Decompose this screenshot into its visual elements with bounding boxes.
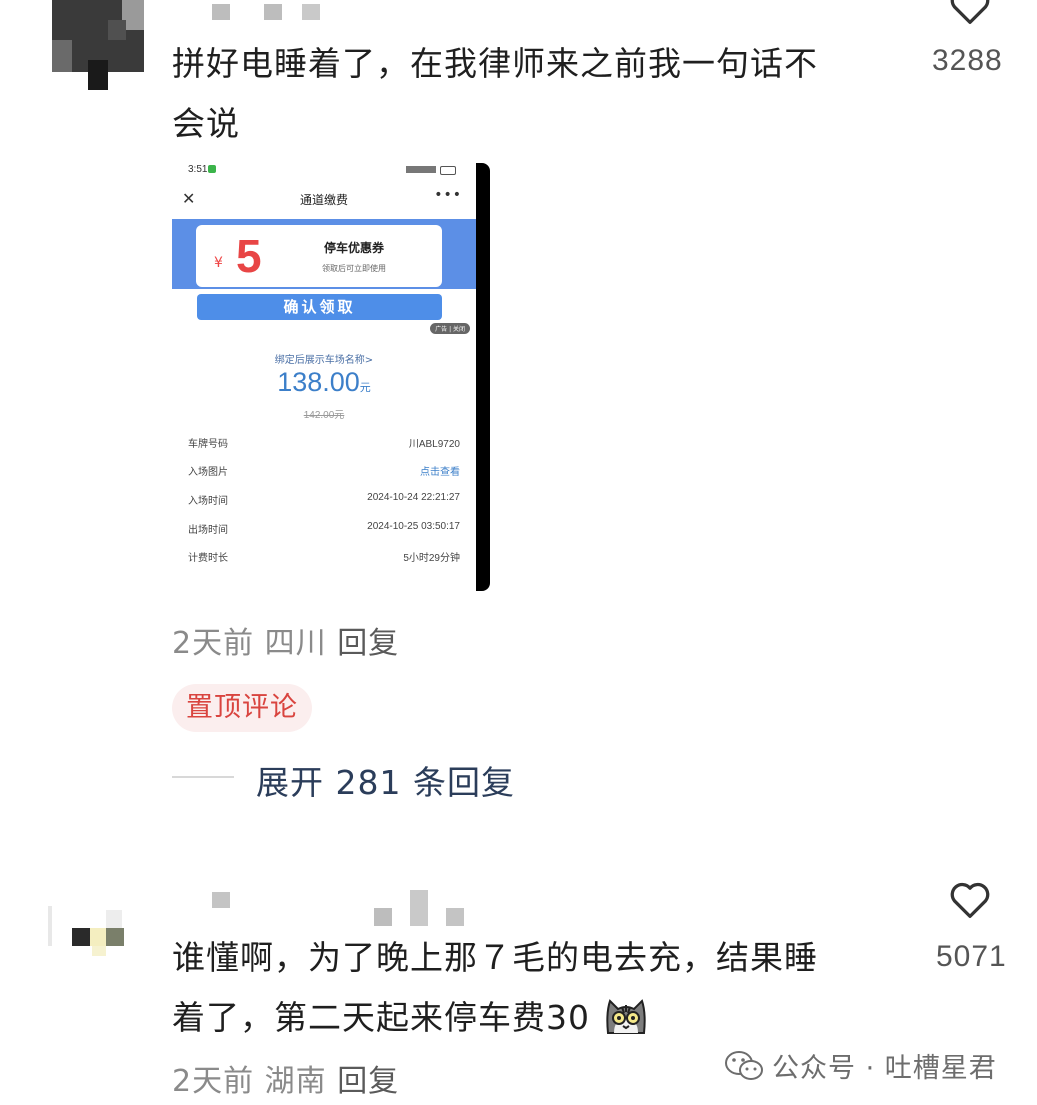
wechat-icon [725,1051,763,1080]
reply-button[interactable]: 回复 [337,1064,399,1099]
info-row: 计费时长 5小时29分钟 [188,553,460,564]
avatar[interactable] [52,0,144,92]
comment-image[interactable]: 3:51 ✕ 通道缴费 ••• ¥ 5 停车优惠券 领取后可立即使用 确认领取 … [172,163,490,591]
nav-bar: ✕ 通道缴费 ••• [172,179,476,219]
heart-icon[interactable] [948,0,992,26]
comment-meta: 2天前 四川 回复 [172,618,399,662]
page-title: 通道缴费 [299,193,348,207]
info-row[interactable]: 入场图片 点击查看 [188,463,460,478]
username[interactable] [212,890,472,926]
info-row: 入场时间 2024-10-24 22:21:27 [188,492,460,507]
reply-button[interactable]: 回复 [337,626,399,661]
username[interactable] [212,4,322,20]
comment-time: 2天前 [172,1064,255,1099]
cat-emoji-icon [605,999,646,1034]
coupon-card: ¥ 5 停车优惠券 领取后可立即使用 [196,225,442,287]
comment-text: 拼好电睡着了，在我律师来之前我一句话不 会说 [172,44,818,143]
like-count: 5071 [936,940,1007,973]
comment-location: 四川 [264,626,327,661]
info-row: 出场时间 2024-10-25 03:50:17 [188,521,460,536]
expand-divider [172,776,234,778]
bind-link[interactable]: 绑定后展示车场名称> [172,351,476,366]
avatar[interactable] [46,894,138,964]
pinned-badge: 置顶评论 [172,684,312,732]
comment-time: 2天前 [172,626,255,661]
heart-icon[interactable] [948,880,992,920]
confirm-button[interactable]: 确认领取 [197,294,442,320]
like-count: 3288 [932,44,1003,77]
comment-meta: 2天前 湖南 回复 [172,1056,399,1100]
more-icon[interactable]: ••• [434,187,462,203]
comment-location: 湖南 [264,1064,327,1099]
old-price: 142.00元 [303,410,345,421]
status-bar: 3:51 [172,163,476,179]
expand-replies-button[interactable]: 展开 281 条回复 [256,756,515,804]
info-row: 车牌号码 川ABL9720 [188,439,460,450]
price: 138.00元 [277,367,371,397]
ad-tag[interactable]: 广告 | 关闭 [430,323,470,334]
comment-text: 谁懂啊，为了晚上那７毛的电去充，结果睡 着了，第二天起来停车费30 [172,938,818,1037]
